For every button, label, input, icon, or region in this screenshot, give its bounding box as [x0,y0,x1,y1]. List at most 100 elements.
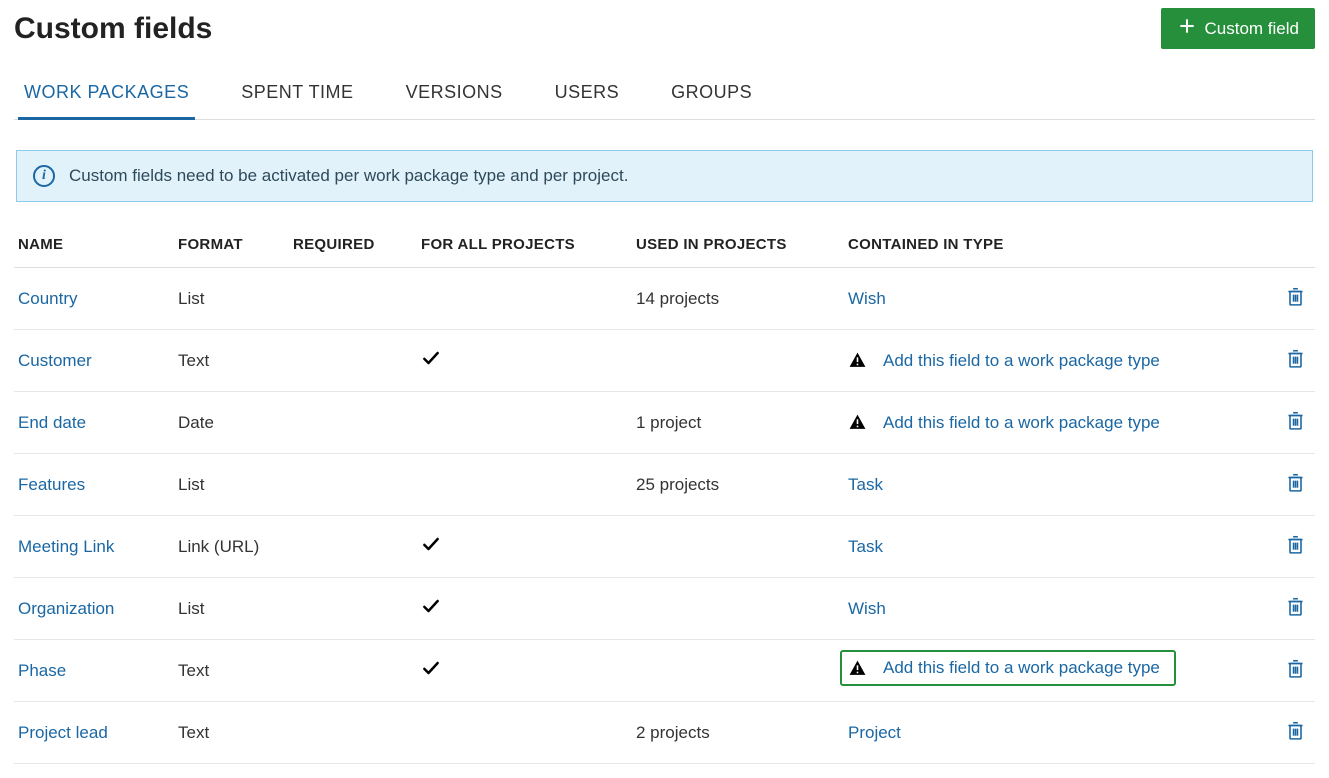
field-used-in: 1 project [632,392,844,454]
field-contained-in-type: Add this field to a work package type [844,640,1271,702]
type-link[interactable]: Task [848,537,883,557]
add-to-type-link[interactable]: Add this field to a work package type [883,658,1160,678]
field-contained-in-type: Wish [844,578,1271,640]
trash-icon [1286,358,1305,373]
warning-icon [848,659,867,678]
add-to-type-link[interactable]: Add this field to a work package type [883,351,1160,371]
table-row: FeaturesList25 projectsTask [14,454,1315,516]
field-used-in: 2 projects [632,702,844,764]
field-used-in [632,516,844,578]
field-required [289,578,417,640]
check-icon [421,539,441,558]
tab-users[interactable]: USERS [549,70,626,119]
table-row: Organization List Wish [14,578,1315,640]
type-link[interactable]: Task [848,475,883,495]
field-name-link[interactable]: Features [18,475,85,494]
tab-groups[interactable]: GROUPS [665,70,758,119]
field-used-in [632,330,844,392]
field-for-all [417,640,632,702]
table-row: End date Date 1 project Add this field to a… [14,392,1315,454]
field-format: Date [174,392,289,454]
field-for-all [417,330,632,392]
type-link[interactable]: Wish [848,599,886,619]
trash-icon [1286,606,1305,621]
field-for-all [417,516,632,578]
field-used-in [632,578,844,640]
field-format: Text [174,640,289,702]
delete-button[interactable] [1284,408,1307,437]
type-link[interactable]: Project [848,723,901,743]
info-icon: i [33,165,55,187]
delete-button[interactable] [1284,470,1307,499]
trash-icon [1286,420,1305,435]
field-contained-in-type: Wish [844,268,1271,330]
field-name-link[interactable]: Meeting Link [18,537,114,556]
col-name[interactable]: NAME [14,222,174,268]
custom-fields-table: NAME FORMAT REQUIRED FOR ALL PROJECTS US… [14,222,1315,764]
field-contained-in-type: Task [844,454,1271,516]
field-used-in [632,640,844,702]
tab-spent-time[interactable]: SPENT TIME [235,70,359,119]
trash-icon [1286,730,1305,745]
field-format: List [174,578,289,640]
table-row: Meeting Link Link (URL) Task [14,516,1315,578]
trash-icon [1286,668,1305,683]
delete-button[interactable] [1284,346,1307,375]
tab-work-packages[interactable]: WORK PACKAGES [18,70,195,120]
check-icon [421,601,441,620]
type-link[interactable]: Wish [848,289,886,309]
add-to-type-link[interactable]: Add this field to a work package type [883,413,1160,433]
col-required[interactable]: REQUIRED [289,222,417,268]
field-contained-in-type: Add this field to a work package type [844,330,1271,392]
check-icon [421,353,441,372]
add-custom-field-button[interactable]: Custom field [1161,8,1315,49]
warning-icon [848,351,867,370]
table-row: Project lead Text 2 projectsProject [14,702,1315,764]
warning-icon [848,413,867,432]
delete-button[interactable] [1284,594,1307,623]
field-used-in: 14 projects [632,268,844,330]
tab-versions[interactable]: VERSIONS [400,70,509,119]
field-format: Text [174,330,289,392]
field-name-link[interactable]: End date [18,413,86,432]
delete-button[interactable] [1284,656,1307,685]
field-name-link[interactable]: Customer [18,351,92,370]
check-icon [421,663,441,682]
delete-button[interactable] [1284,284,1307,313]
table-row: Phase Text Add this field to a work packag… [14,640,1315,702]
field-name-link[interactable]: Organization [18,599,114,618]
field-for-all [417,268,632,330]
info-message: Custom fields need to be activated per w… [69,166,628,186]
table-row: Customer Text Add this field to a work pac… [14,330,1315,392]
plus-icon [1177,16,1197,41]
info-box: i Custom fields need to be activated per… [16,150,1313,202]
field-required [289,516,417,578]
delete-button[interactable] [1284,718,1307,747]
field-name-link[interactable]: Country [18,289,78,308]
field-for-all [417,392,632,454]
col-contained[interactable]: CONTAINED IN TYPE [844,222,1271,268]
table-row: CountryList14 projectsWish [14,268,1315,330]
field-used-in: 25 projects [632,454,844,516]
field-format: Link (URL) [174,516,289,578]
field-for-all [417,578,632,640]
field-required [289,640,417,702]
field-name-link[interactable]: Project lead [18,723,108,742]
tabs: WORK PACKAGES SPENT TIME VERSIONS USERS GROU… [14,70,1315,120]
field-required [289,702,417,764]
trash-icon [1286,544,1305,559]
delete-button[interactable] [1284,532,1307,561]
field-contained-in-type: Add this field to a work package type [844,392,1271,454]
field-name-link[interactable]: Phase [18,661,66,680]
col-used-in[interactable]: USED IN PROJECTS [632,222,844,268]
field-required [289,268,417,330]
col-format[interactable]: FORMAT [174,222,289,268]
trash-icon [1286,296,1305,311]
page-title: Custom fields [14,12,212,46]
field-required [289,454,417,516]
field-required [289,392,417,454]
field-format: Text [174,702,289,764]
col-for-all[interactable]: FOR ALL PROJECTS [417,222,632,268]
field-for-all [417,702,632,764]
field-for-all [417,454,632,516]
